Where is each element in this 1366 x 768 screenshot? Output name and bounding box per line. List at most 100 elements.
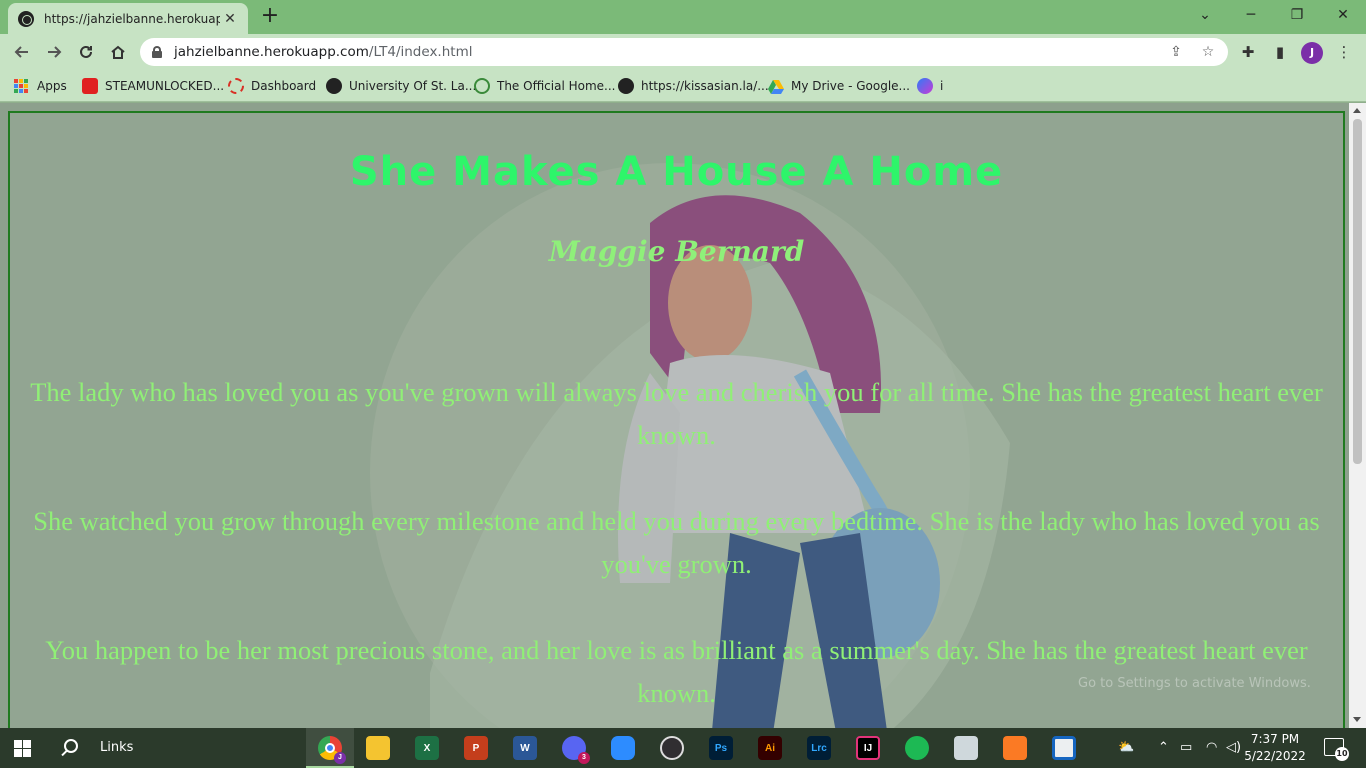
wifi-icon[interactable]: ◠: [1206, 740, 1217, 755]
search-icon[interactable]: [64, 739, 78, 753]
clock-date: 5/22/2022: [1244, 749, 1306, 763]
share-icon[interactable]: ⇪: [1168, 44, 1184, 60]
restore-button[interactable]: ❐: [1274, 0, 1320, 30]
leaf-icon: [474, 78, 490, 94]
bookmark-university[interactable]: University Of St. La...: [326, 77, 476, 95]
scroll-down-icon[interactable]: [1353, 717, 1361, 722]
clock-time: 7:37 PM: [1250, 732, 1300, 746]
bookmark-label: i: [940, 79, 944, 93]
bookmark-dashboard[interactable]: Dashboard: [228, 77, 316, 95]
discord-icon[interactable]: 3: [562, 736, 590, 764]
browser-tab[interactable]: https://jahzielbanne.herokuapp.com/LT4/i…: [8, 3, 248, 34]
bookmark-label: https://kissasian.la/...: [641, 79, 769, 93]
photoshop-icon[interactable]: Ps: [709, 736, 733, 760]
url-host: jahzielbanne.herokuapp.com: [174, 44, 369, 60]
bookmark-official-home[interactable]: The Official Home...: [474, 77, 616, 95]
bookmark-star-icon[interactable]: ☆: [1200, 44, 1216, 60]
back-button[interactable]: [8, 38, 36, 66]
home-icon: [111, 45, 125, 59]
poem-card: She Makes A House A Home Maggie Bernard …: [8, 111, 1345, 728]
folder-icon[interactable]: [366, 736, 390, 760]
bookmarks-bar: Apps STEAMUNLOCKED... Dashboard Universi…: [0, 70, 1366, 102]
url-text[interactable]: jahzielbanne.herokuapp.com/LT4/index.htm…: [174, 44, 472, 60]
close-window-button[interactable]: ✕: [1320, 0, 1366, 30]
profile-badge: J: [334, 752, 346, 764]
taskbar-search-label[interactable]: Links: [100, 740, 133, 755]
browser-toolbar: jahzielbanne.herokuapp.com/LT4/index.htm…: [0, 34, 1366, 70]
bookmark-label: STEAMUNLOCKED...: [105, 79, 225, 93]
bookmark-label: The Official Home...: [497, 79, 616, 93]
monitor-icon[interactable]: [954, 736, 978, 760]
bookmark-apps[interactable]: Apps: [14, 77, 67, 95]
bookmark-kissasian[interactable]: https://kissasian.la/...: [618, 77, 769, 95]
page-title: She Makes A House A Home: [349, 149, 1004, 195]
notification-center-icon[interactable]: 10: [1324, 738, 1349, 761]
bookmark-label: Dashboard: [251, 79, 317, 93]
home-button[interactable]: [104, 38, 132, 66]
poem-paragraph: You happen to be her most precious stone…: [45, 635, 1308, 708]
taskbar-clock[interactable]: 7:37 PM 5/22/2022: [1244, 731, 1306, 765]
word-icon[interactable]: W: [513, 736, 537, 760]
illustrator-icon[interactable]: Ai: [758, 736, 782, 760]
reload-button[interactable]: [72, 38, 100, 66]
arrow-right-icon: [48, 46, 62, 58]
xampp-icon[interactable]: [1003, 736, 1027, 760]
menu-kebab-icon[interactable]: ⋮: [1334, 42, 1354, 62]
page-viewport: She Makes A House A Home Maggie Bernard …: [0, 103, 1349, 728]
notification-count: 10: [1335, 747, 1349, 761]
dashboard-icon: [228, 78, 244, 94]
side-panel-icon[interactable]: ▮: [1270, 42, 1290, 62]
poem-content: She Makes A House A Home Maggie Bernard …: [10, 113, 1343, 715]
chrome-icon[interactable]: J: [318, 736, 346, 764]
minimize-button[interactable]: ─: [1228, 0, 1274, 30]
app-icon[interactable]: [1052, 736, 1076, 760]
url-path: /LT4/index.html: [368, 44, 473, 60]
obs-icon[interactable]: [660, 736, 684, 760]
excel-icon[interactable]: X: [415, 736, 439, 760]
messenger-icon: [917, 78, 933, 94]
globe-icon: [18, 10, 34, 27]
address-bar[interactable]: jahzielbanne.herokuapp.com/LT4/index.htm…: [140, 38, 1228, 66]
spotify-icon[interactable]: [905, 736, 929, 760]
globe-icon: [618, 78, 634, 94]
scroll-up-icon[interactable]: [1353, 108, 1361, 113]
arrow-left-icon: [14, 46, 28, 58]
intellij-icon[interactable]: IJ: [856, 736, 880, 760]
bookmark-label: Apps: [37, 79, 67, 93]
steamunlocked-icon: [82, 78, 98, 94]
windows-taskbar: Links J X P W 3 Ps Ai Lrc IJ ⛅ ⌃ ▭ ◠ ◁) …: [0, 728, 1366, 768]
close-tab-icon[interactable]: ✕: [222, 11, 238, 27]
profile-avatar[interactable]: J: [1301, 42, 1323, 64]
volume-icon[interactable]: ◁): [1226, 740, 1241, 755]
activate-windows-watermark: Go to Settings to activate Windows.: [1078, 676, 1311, 691]
bookmark-google-drive[interactable]: My Drive - Google...: [768, 77, 910, 95]
globe-icon: [326, 78, 342, 94]
lock-icon[interactable]: [152, 46, 162, 58]
discord-badge: 3: [578, 752, 590, 764]
lightroom-icon[interactable]: Lrc: [807, 736, 831, 760]
bookmark-label: My Drive - Google...: [791, 79, 910, 93]
google-drive-icon: [768, 80, 784, 94]
zoom-icon[interactable]: [611, 736, 635, 760]
bookmark-messenger[interactable]: i: [917, 77, 943, 95]
apps-grid-icon: [14, 79, 28, 93]
forward-button[interactable]: [40, 38, 68, 66]
page-scrollbar[interactable]: [1349, 103, 1366, 728]
new-tab-button[interactable]: +: [258, 5, 282, 29]
weather-icon[interactable]: ⛅: [1118, 740, 1134, 755]
poem-paragraph: The lady who has loved you as you've gro…: [30, 377, 1323, 450]
windows-start-icon[interactable]: [14, 740, 31, 757]
scroll-thumb[interactable]: [1353, 119, 1362, 464]
reload-icon: [80, 45, 92, 58]
powerpoint-icon[interactable]: P: [464, 736, 488, 760]
battery-icon[interactable]: ▭: [1180, 740, 1192, 755]
bookmark-steamunlocked[interactable]: STEAMUNLOCKED...: [82, 77, 224, 95]
tab-search-icon[interactable]: ⌄: [1182, 0, 1228, 30]
extensions-icon[interactable]: ✚: [1238, 42, 1258, 62]
tab-strip: https://jahzielbanne.herokuapp.com/LT4/i…: [0, 0, 1366, 34]
author-name: Maggie Bernard: [548, 235, 805, 268]
poem-paragraph: She watched you grow through every miles…: [33, 506, 1320, 579]
bookmark-label: University Of St. La...: [349, 79, 477, 93]
tab-title: https://jahzielbanne.herokuapp.com/LT4/i…: [44, 11, 220, 26]
chevron-up-icon[interactable]: ⌃: [1158, 740, 1169, 755]
